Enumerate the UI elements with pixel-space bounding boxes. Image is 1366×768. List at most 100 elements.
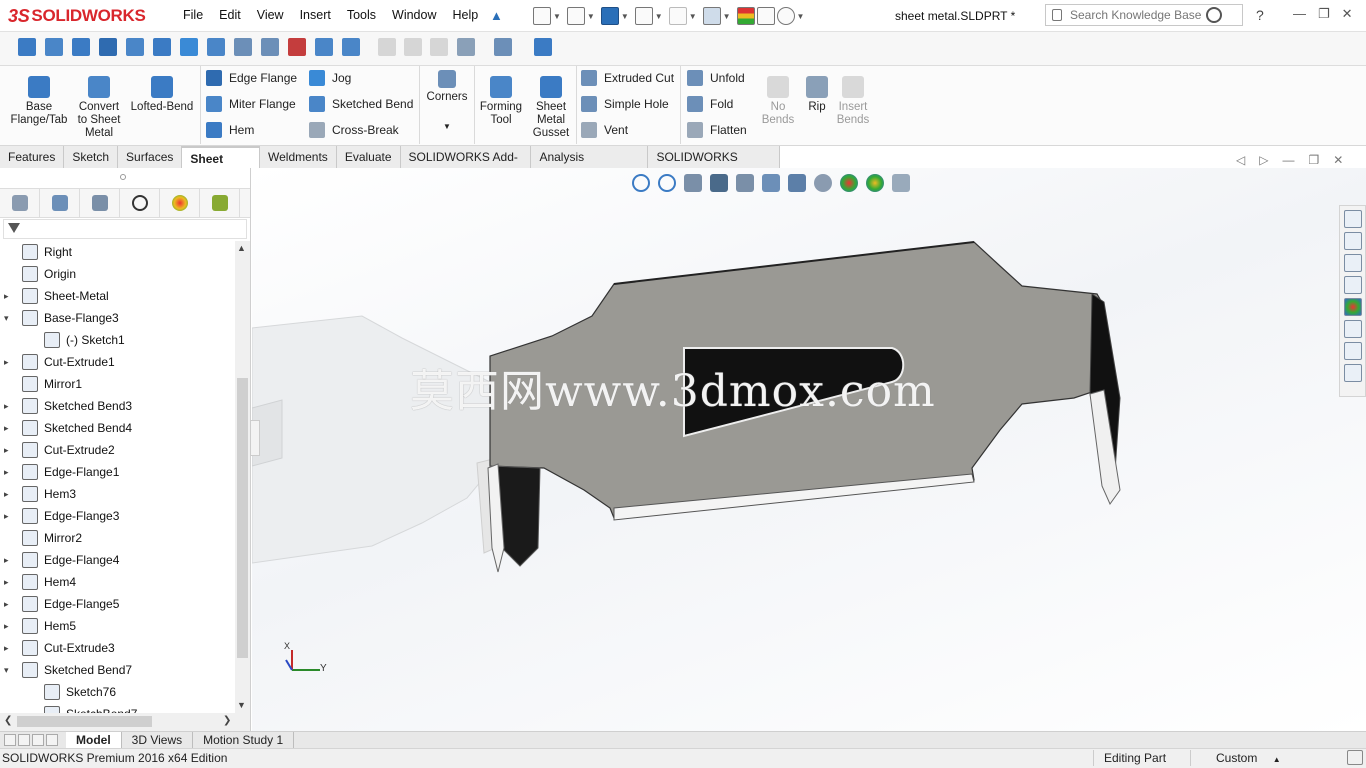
scroll-right-icon[interactable]: ❯ [223, 715, 231, 726]
prev-tab-icon[interactable] [18, 734, 30, 746]
forming-tool-button[interactable]: Forming Tool [478, 76, 524, 127]
display-manager-tab[interactable] [160, 189, 200, 217]
first-tab-icon[interactable] [4, 734, 16, 746]
cross-break-small-icon[interactable] [234, 38, 252, 56]
tree-item[interactable]: ▸ Edge-Flange1 [0, 461, 235, 483]
select-dropdown-icon[interactable]: ▼ [723, 12, 731, 21]
menu-window[interactable]: Window [384, 8, 444, 22]
flatten-button[interactable]: Flatten [687, 121, 747, 139]
tree-filter-input[interactable] [3, 219, 247, 239]
expand-arrow-icon[interactable]: ▸ [4, 599, 14, 610]
menu-tools[interactable]: Tools [339, 8, 384, 22]
tree-item[interactable]: (-) Sketch1 [0, 329, 235, 351]
search-scope-icon[interactable] [1052, 9, 1062, 21]
corner-small-icon[interactable] [261, 38, 279, 56]
miter-flange-button[interactable]: Miter Flange [206, 95, 296, 113]
view-palette-icon[interactable] [1343, 276, 1362, 294]
print-dropdown-icon[interactable]: ▼ [655, 12, 663, 21]
expand-arrow-icon[interactable]: ▸ [4, 467, 14, 478]
no-bends-button[interactable]: No Bends [757, 76, 799, 127]
viewport-minimize-icon[interactable]: — [1282, 153, 1294, 167]
sheet-metal-part-model[interactable] [252, 168, 1366, 731]
design-library-icon[interactable] [1343, 232, 1362, 250]
tab-features[interactable]: Features [0, 146, 65, 168]
tree-item[interactable]: ▸ Cut-Extrude3 [0, 637, 235, 659]
view-settings-icon[interactable] [892, 174, 910, 192]
quick-tips-icon[interactable] [1347, 750, 1363, 765]
miter-flange-small-icon[interactable] [126, 38, 144, 56]
tree-item[interactable]: ▸ Edge-Flange4 [0, 549, 235, 571]
tree-item[interactable]: Mirror1 [0, 373, 235, 395]
sheet-metal-gusset-button[interactable]: Sheet Metal Gusset [528, 76, 574, 140]
undo-icon[interactable] [668, 7, 687, 25]
viewport-prev-icon[interactable]: ◁ [1236, 153, 1245, 167]
custom-properties-icon[interactable] [1343, 320, 1362, 338]
file-properties-icon[interactable] [756, 7, 775, 25]
tree-vertical-scroll-thumb[interactable] [237, 378, 248, 658]
convert-small-icon[interactable] [45, 38, 63, 56]
tree-item[interactable]: ▸ Sketched Bend3 [0, 395, 235, 417]
unfold-small-icon[interactable] [378, 38, 396, 56]
expand-arrow-icon[interactable]: ▸ [4, 445, 14, 456]
file-explorer-icon[interactable] [1343, 254, 1362, 272]
search-knowledge-base-input[interactable]: Search Knowledge Base [1045, 4, 1243, 26]
tab-weldments[interactable]: Weldments [260, 146, 337, 168]
edge-flange-button[interactable]: Edge Flange [206, 69, 297, 87]
hem-button[interactable]: Hem [206, 121, 254, 139]
tree-item[interactable]: ▸ Hem4 [0, 571, 235, 593]
tree-item[interactable]: Mirror2 [0, 527, 235, 549]
scroll-up-icon[interactable]: ▲ [237, 243, 246, 253]
options-dropdown-icon[interactable]: ▼ [797, 12, 805, 21]
undo-dropdown-icon[interactable]: ▼ [689, 12, 697, 21]
edit-appearance-icon[interactable] [840, 174, 858, 192]
panel-splitter-handle[interactable] [120, 174, 126, 180]
collapse-arrow-icon[interactable]: ▾ [4, 313, 14, 324]
extruded-cut-button[interactable]: Extruded Cut [581, 69, 674, 87]
viewport-next-icon[interactable]: ▷ [1259, 153, 1268, 167]
expand-arrow-icon[interactable]: ▸ [4, 291, 14, 302]
rip-button[interactable]: Rip [802, 76, 832, 114]
menu-file[interactable]: File [175, 8, 211, 22]
rebuild-icon[interactable] [736, 7, 755, 25]
viewport-close-icon[interactable]: ✕ [1333, 153, 1343, 167]
help-icon[interactable]: ? [1256, 7, 1264, 23]
viewport-restore-icon[interactable]: ❐ [1308, 153, 1319, 167]
expand-arrow-icon[interactable]: ▸ [4, 489, 14, 500]
expand-arrow-icon[interactable]: ▸ [4, 643, 14, 654]
curve-small-icon[interactable] [534, 38, 552, 56]
lofted-bend-button[interactable]: Lofted-Bend [128, 76, 196, 114]
menu-view[interactable]: View [249, 8, 292, 22]
next-tab-icon[interactable] [32, 734, 44, 746]
last-tab-icon[interactable] [46, 734, 58, 746]
corners-button[interactable]: Corners ▼ [424, 70, 470, 133]
solidworks-forum-icon[interactable] [1343, 342, 1362, 360]
corners-dropdown-icon[interactable]: ▼ [424, 120, 470, 133]
tree-item[interactable]: ▸ Hem5 [0, 615, 235, 637]
scroll-left-icon[interactable]: ❮ [4, 715, 12, 726]
options-gear-icon[interactable] [776, 7, 795, 25]
zoom-to-area-icon[interactable] [658, 174, 676, 192]
tab-surfaces[interactable]: Surfaces [118, 146, 183, 168]
expand-arrow-icon[interactable]: ▸ [4, 357, 14, 368]
previous-view-icon[interactable] [684, 174, 702, 192]
unfold-button[interactable]: Unfold [687, 69, 745, 87]
tree-item[interactable]: SketchBend7 [0, 703, 235, 713]
closed-corner-small-icon[interactable] [288, 38, 306, 56]
base-flange-small-icon[interactable] [18, 38, 36, 56]
tab-solidworks-plastics[interactable]: SOLIDWORKS Plastics [648, 146, 780, 186]
fold-button[interactable]: Fold [687, 95, 733, 113]
tree-item[interactable]: ▸ Edge-Flange3 [0, 505, 235, 527]
lofted-bend-small-icon[interactable] [72, 38, 90, 56]
rip-small-icon[interactable] [457, 38, 475, 56]
expand-arrow-icon[interactable]: ▸ [4, 423, 14, 434]
tree-item[interactable]: ▸ Cut-Extrude1 [0, 351, 235, 373]
tree-horizontal-scroll-thumb[interactable] [17, 716, 152, 727]
solidworks-logo[interactable]: 3S SOLIDWORKS [8, 3, 153, 29]
menu-insert[interactable]: Insert [292, 8, 339, 22]
extrude-cut-small-icon[interactable] [494, 38, 512, 56]
hem-small-icon[interactable] [153, 38, 171, 56]
expand-arrow-icon[interactable]: ▸ [4, 621, 14, 632]
tab-3d-views[interactable]: 3D Views [122, 732, 194, 748]
menu-edit[interactable]: Edit [211, 8, 249, 22]
new-dropdown-icon[interactable]: ▼ [553, 12, 561, 21]
